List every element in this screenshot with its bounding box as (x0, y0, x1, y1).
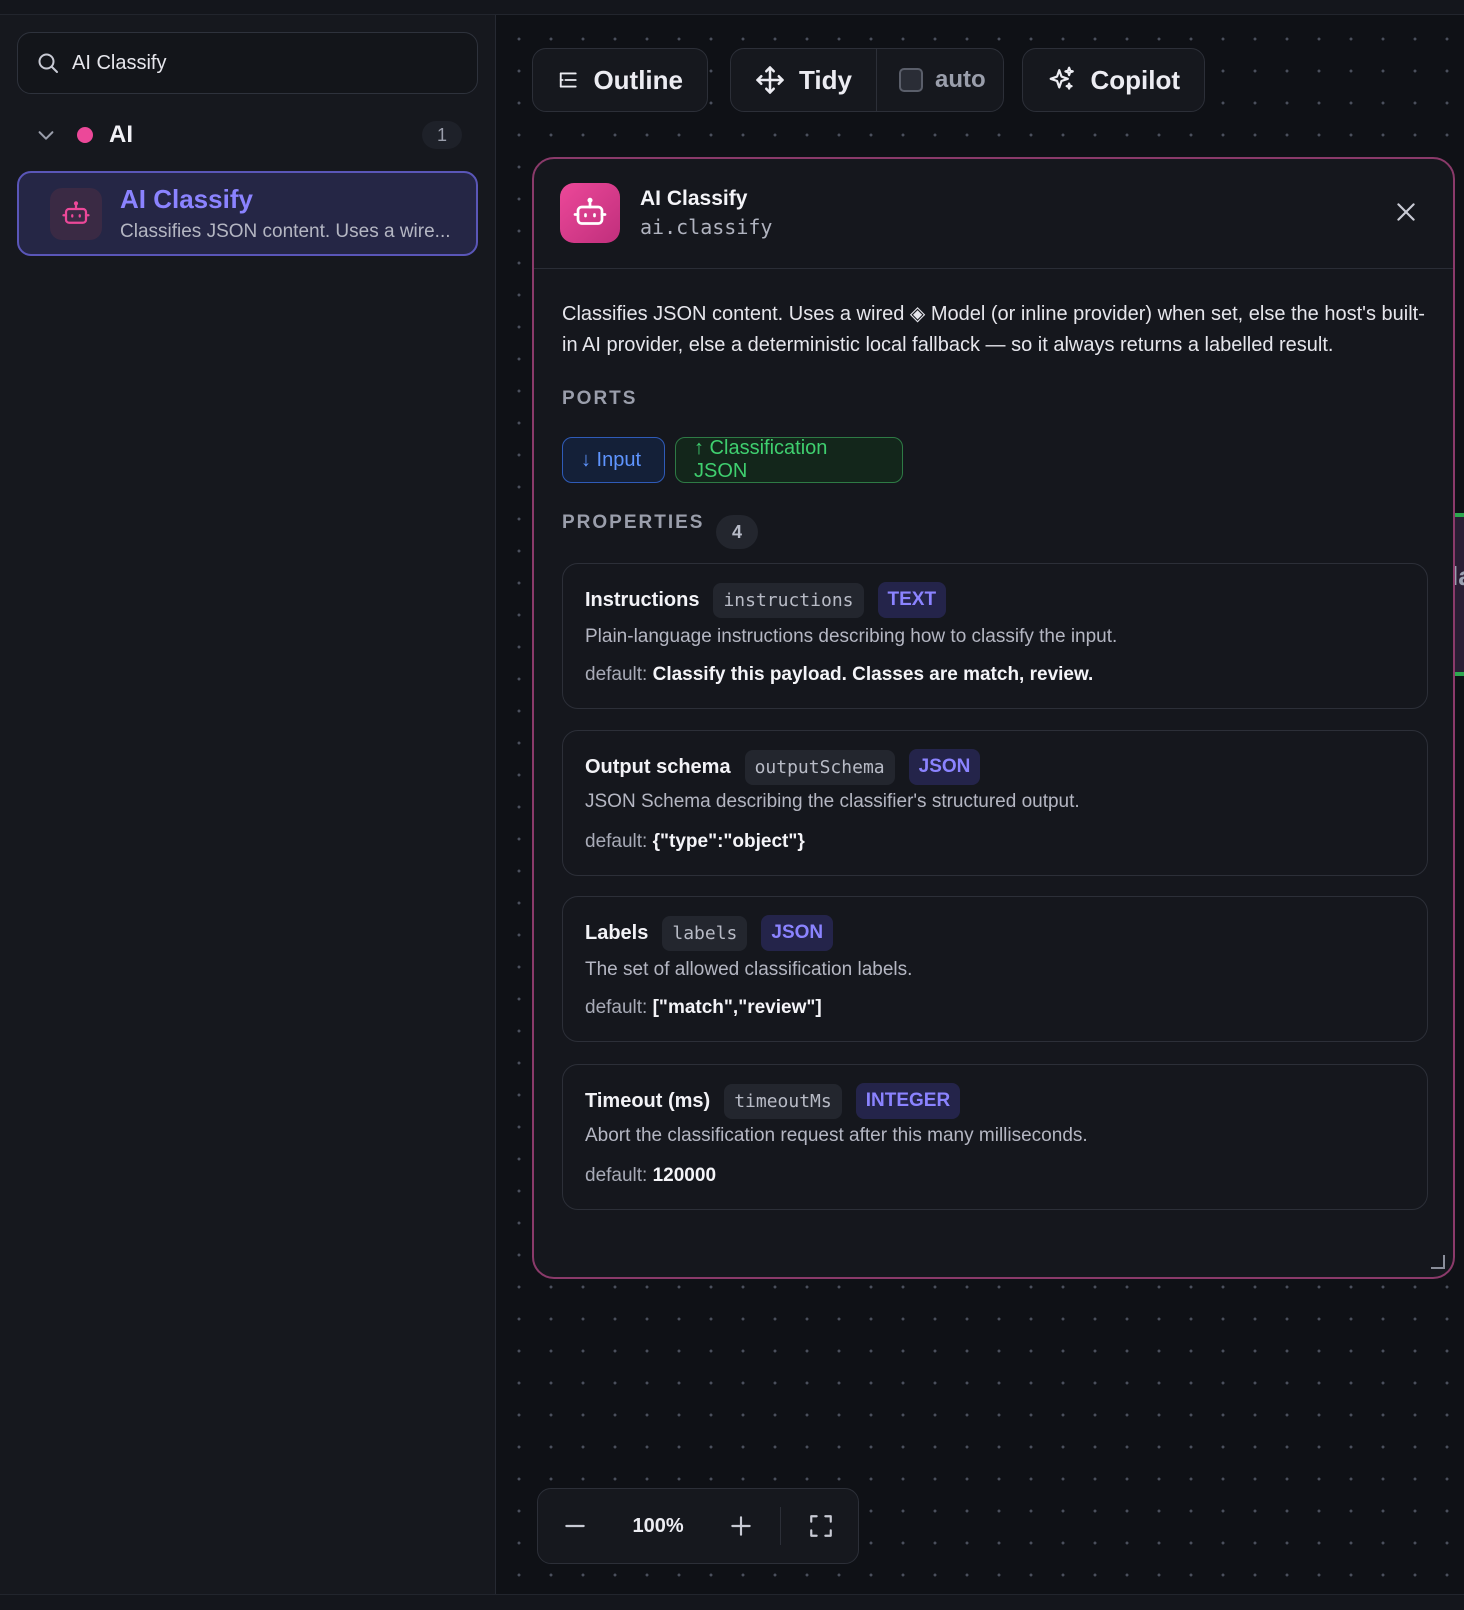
property-label: Output schema (585, 755, 731, 778)
palette-group-ai[interactable]: AI 1 (17, 114, 478, 156)
tidy-control-group: Tidy auto (730, 48, 1004, 112)
property-type-badge: JSON (908, 749, 981, 785)
node-detail-panel: AI Classify ai.classify Classifies JSON … (532, 157, 1455, 1279)
search-box[interactable] (17, 32, 478, 94)
properties-heading: PROPERTIES (562, 512, 705, 533)
tidy-button[interactable]: Tidy (731, 49, 877, 111)
zoom-in-button[interactable] (703, 1488, 778, 1564)
auto-checkbox[interactable] (898, 68, 923, 92)
panel-header: AI Classify ai.classify (534, 159, 1453, 269)
port-input[interactable]: ↓ Input (562, 437, 665, 483)
property-type-badge: TEXT (877, 582, 947, 618)
property-key: labels (662, 915, 748, 951)
group-name: AI (109, 121, 133, 148)
close-button[interactable] (1391, 197, 1421, 227)
search-input[interactable] (72, 51, 452, 75)
move-arrows-icon (756, 66, 784, 94)
zoom-controls: 100% (537, 1488, 859, 1564)
properties-count-badge: 4 (716, 515, 758, 549)
property-default: default: ["match","review"] (585, 997, 822, 1018)
group-color-dot (77, 127, 93, 143)
property-card: Instructions instructions TEXT Plain-lan… (562, 563, 1428, 709)
property-card: Output schema outputSchema JSON JSON Sch… (562, 730, 1428, 876)
property-default: default: 120000 (585, 1165, 717, 1186)
minus-icon (565, 1524, 586, 1528)
tidy-label: Tidy (799, 64, 852, 95)
outline-icon (559, 72, 577, 88)
property-default: default: {"type":"object"} (585, 831, 805, 852)
property-desc: JSON Schema describing the classifier's … (585, 791, 1080, 812)
robot-icon (50, 187, 102, 240)
sparkles-icon (1049, 66, 1074, 90)
copilot-button[interactable]: Copilot (1022, 48, 1205, 112)
ports-heading: PORTS (562, 388, 638, 409)
property-type-badge: JSON (761, 915, 834, 951)
fullscreen-icon (809, 1515, 832, 1537)
property-label: Timeout (ms) (585, 1089, 711, 1112)
property-card: Timeout (ms) timeoutMs INTEGER Abort the… (562, 1064, 1428, 1210)
palette-item-ai-classify[interactable]: AI Classify Classifies JSON content. Use… (17, 171, 478, 256)
property-label: Instructions (585, 588, 700, 611)
outline-button[interactable]: Outline (532, 48, 708, 112)
property-desc: Abort the classification request after t… (585, 1125, 1088, 1146)
property-card: Labels labels JSON The set of allowed cl… (562, 896, 1428, 1042)
auto-toggle[interactable]: auto (877, 66, 1008, 94)
property-key: timeoutMs (724, 1083, 842, 1119)
property-desc: Plain-language instructions describing h… (585, 626, 1118, 647)
property-key: instructions (713, 582, 864, 618)
top-strip (0, 0, 1464, 15)
copilot-label: Copilot (1090, 64, 1180, 95)
zoom-level: 100% (632, 1514, 684, 1537)
chevron-down-icon[interactable] (35, 124, 57, 146)
panel-title: AI Classify (640, 187, 748, 210)
close-icon (1397, 203, 1415, 221)
property-key: outputSchema (744, 749, 895, 785)
port-output[interactable]: ↑ Classification JSON (675, 437, 903, 483)
search-icon (38, 53, 58, 73)
node-palette-sidebar: AI 1 AI Classify Classifies JSON content… (0, 15, 496, 1594)
palette-item-desc: Classifies JSON content. Uses a wire... (120, 221, 451, 242)
group-count-badge: 1 (422, 121, 462, 149)
plus-icon (731, 1516, 751, 1536)
resize-handle[interactable] (1431, 1255, 1445, 1269)
property-type-badge: INTEGER (855, 1083, 961, 1119)
property-default: default: Classify this payload. Classes … (585, 664, 1094, 685)
bottom-strip (0, 1594, 1464, 1610)
robot-icon (560, 183, 620, 243)
zoom-divider (780, 1507, 782, 1545)
auto-label: auto (934, 66, 986, 93)
panel-node-id: ai.classify (640, 215, 773, 239)
property-label: Labels (585, 921, 649, 944)
zoom-out-button[interactable] (538, 1488, 613, 1564)
palette-item-title: AI Classify (120, 184, 253, 214)
outline-label: Outline (593, 64, 683, 95)
property-desc: The set of allowed classification labels… (585, 959, 913, 980)
fit-view-button[interactable] (783, 1488, 858, 1564)
node-description: Classifies JSON content. Uses a wired ◈ … (562, 303, 1425, 356)
